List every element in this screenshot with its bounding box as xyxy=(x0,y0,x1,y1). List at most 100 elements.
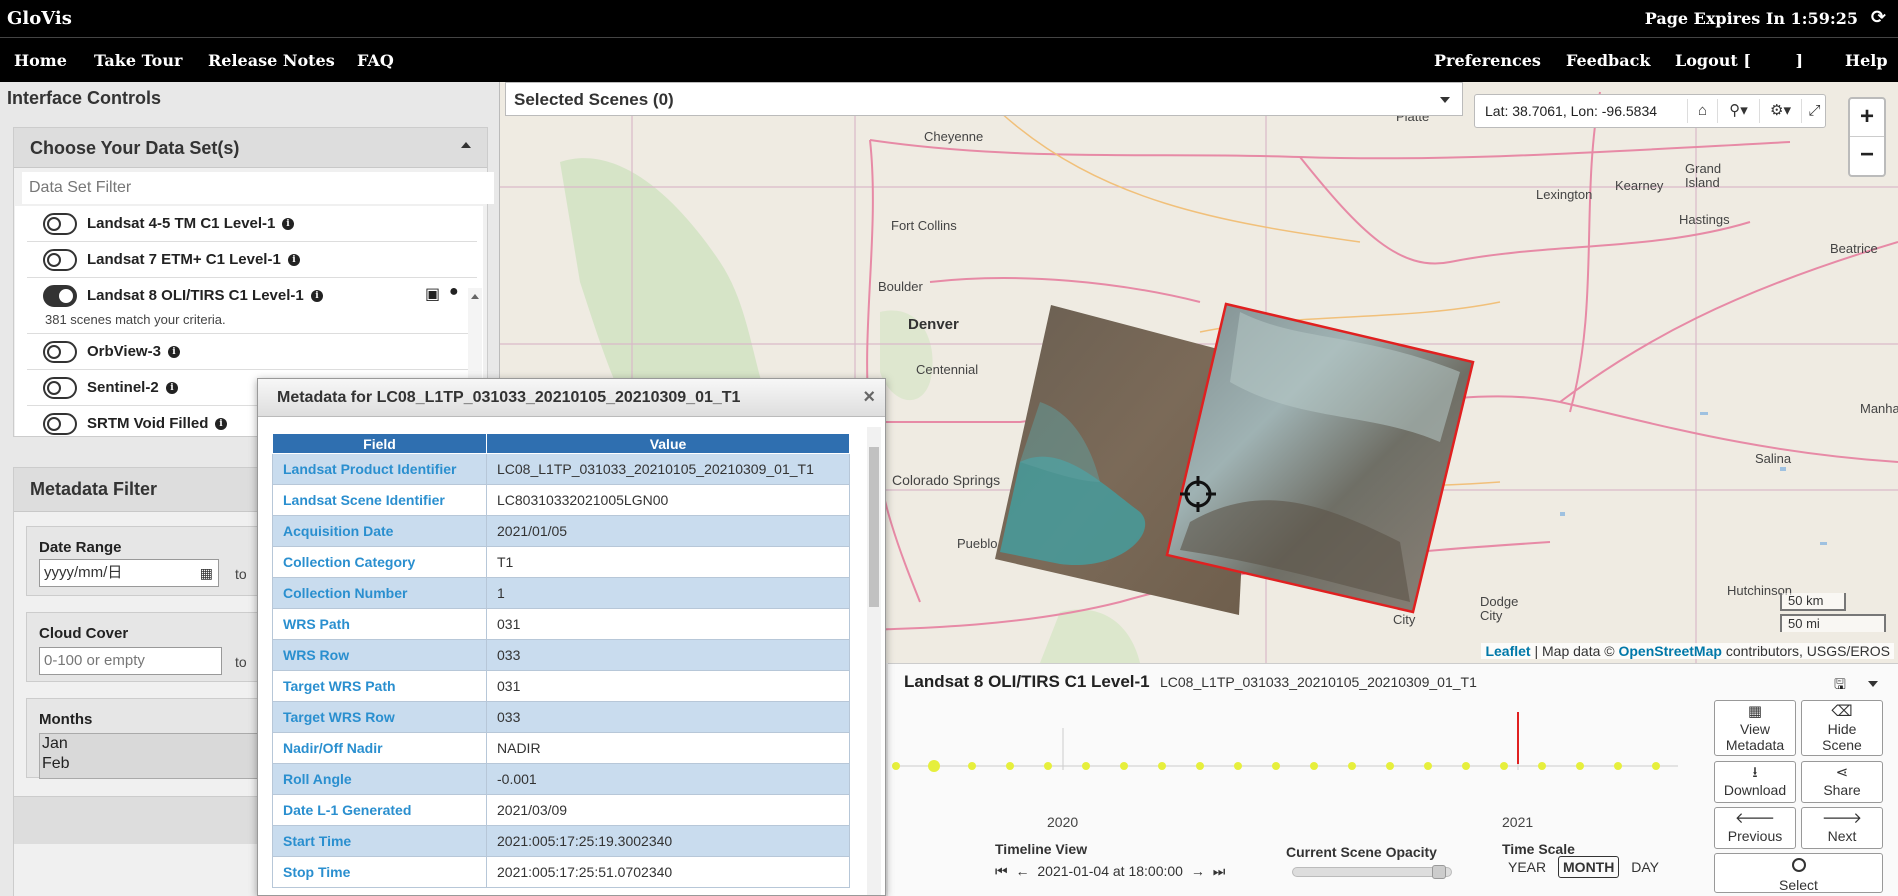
last-icon[interactable]: ⏭ xyxy=(1213,863,1226,879)
next-arrow-icon[interactable]: → xyxy=(1191,863,1205,879)
share-button[interactable]: ⋖ Share xyxy=(1801,761,1883,803)
table-icon: ▦ xyxy=(1747,703,1763,720)
nav-take-tour[interactable]: Take Tour xyxy=(94,51,182,70)
scene-dot[interactable] xyxy=(1272,762,1280,770)
globe-icon[interactable]: ● xyxy=(449,283,459,301)
view-metadata-button[interactable]: ▦ View Metadata xyxy=(1714,700,1796,756)
scene-dot[interactable] xyxy=(1424,762,1432,770)
scene-dot[interactable] xyxy=(1500,762,1508,770)
selected-scenes-dropdown[interactable]: Selected Scenes (0) xyxy=(505,82,1463,116)
value-cell: LC08_L1TP_031033_20210105_20210309_01_T1 xyxy=(486,453,850,485)
scene-dot[interactable] xyxy=(1462,762,1470,770)
dataset-toggle[interactable] xyxy=(43,213,77,235)
dataset-filter-input[interactable] xyxy=(22,172,494,204)
time-scale-day[interactable]: DAY xyxy=(1631,859,1659,875)
scene-dot[interactable] xyxy=(1614,762,1622,770)
value-cell: -0.001 xyxy=(486,763,850,795)
first-icon[interactable]: ⏮ xyxy=(995,863,1008,879)
scene-dot[interactable] xyxy=(1044,762,1052,770)
metadata-dialog-title: Metadata for LC08_L1TP_031033_20210105_2… xyxy=(277,389,741,406)
scrollbar-thumb[interactable] xyxy=(869,447,879,607)
nav-home[interactable]: Home xyxy=(14,51,67,70)
nav-faq[interactable]: FAQ xyxy=(357,51,394,70)
page-expires-timer: Page Expires In 1:59:25 xyxy=(1644,9,1858,28)
timeline-chart[interactable] xyxy=(888,710,1708,790)
time-scale-year[interactable]: YEAR xyxy=(1508,859,1546,875)
time-scale-month[interactable]: MONTH xyxy=(1558,856,1620,878)
osm-link[interactable]: OpenStreetMap xyxy=(1618,643,1721,659)
zoom-out-button[interactable]: − xyxy=(1850,137,1884,175)
date-start-input[interactable]: yyyy/mm/日 ▦ xyxy=(39,559,219,587)
chevron-down-icon[interactable] xyxy=(1868,681,1878,687)
dataset-toggle[interactable] xyxy=(43,249,77,271)
value-cell: T1 xyxy=(486,546,850,578)
dataset-toggle[interactable] xyxy=(43,377,77,399)
scene-dot[interactable] xyxy=(1120,762,1128,770)
scroll-up-icon[interactable] xyxy=(471,294,479,299)
info-icon[interactable]: i xyxy=(288,254,300,266)
table-row: Target WRS Path 031 xyxy=(272,670,850,702)
image-icon[interactable]: ▣ xyxy=(425,284,440,304)
close-icon[interactable]: × xyxy=(863,386,875,409)
dataset-toggle[interactable] xyxy=(43,341,77,363)
opacity-slider-handle[interactable] xyxy=(1432,865,1446,879)
scene-dot[interactable] xyxy=(1538,762,1546,770)
scene-dot[interactable] xyxy=(892,762,900,770)
app-logo[interactable]: GloVis xyxy=(7,8,72,29)
scene-dot[interactable] xyxy=(1386,762,1394,770)
scene-dot[interactable] xyxy=(968,762,976,770)
gear-icon[interactable]: ⚙▾ xyxy=(1759,99,1801,123)
scene-dot[interactable] xyxy=(1348,762,1356,770)
scene-dot[interactable] xyxy=(1196,762,1204,770)
nav-preferences[interactable]: Preferences xyxy=(1434,51,1541,70)
chevron-down-icon[interactable] xyxy=(1440,97,1450,103)
info-icon[interactable]: i xyxy=(168,346,180,358)
scene-dot[interactable] xyxy=(928,760,940,772)
next-button[interactable]: 🡒 Next xyxy=(1801,807,1883,849)
dataset-toggle[interactable] xyxy=(43,285,77,307)
dataset-item[interactable]: Landsat 8 OLI/TIRS C1 Level-1 i 381 scenes… xyxy=(27,278,477,334)
nav-feedback[interactable]: Feedback xyxy=(1566,51,1650,70)
scene-dot[interactable] xyxy=(1576,762,1584,770)
dataset-toggle[interactable] xyxy=(43,413,77,435)
dataset-item[interactable]: OrbView-3 i xyxy=(27,334,477,370)
scene-dot[interactable] xyxy=(1082,762,1090,770)
scene-dot[interactable] xyxy=(1158,762,1166,770)
metadata-scrollbar[interactable] xyxy=(867,427,881,895)
scene-dot[interactable] xyxy=(1234,762,1242,770)
info-icon[interactable]: i xyxy=(166,382,178,394)
dataset-item[interactable]: Landsat 4-5 TM C1 Level-1 i xyxy=(27,206,477,242)
scene-dot[interactable] xyxy=(1652,762,1660,770)
select-button[interactable]: Select xyxy=(1714,853,1883,893)
dataset-item[interactable]: Landsat 7 ETM+ C1 Level-1 i xyxy=(27,242,477,278)
main-nav: Home Take Tour Release Notes FAQ Prefere… xyxy=(0,38,1898,82)
home-icon[interactable]: ⌂ xyxy=(1687,99,1717,123)
fullscreen-icon[interactable]: ⤢ xyxy=(1801,99,1827,123)
previous-button[interactable]: 🡐 Previous xyxy=(1714,807,1796,849)
leaflet-link[interactable]: Leaflet xyxy=(1485,643,1530,659)
scene-dot[interactable] xyxy=(1006,762,1014,770)
scene-dot[interactable] xyxy=(1310,762,1318,770)
nav-help[interactable]: Help xyxy=(1845,51,1888,70)
dataset-chooser-header[interactable]: Choose Your Data Set(s) xyxy=(14,128,487,168)
opacity-slider[interactable] xyxy=(1292,865,1452,879)
nav-release-notes[interactable]: Release Notes xyxy=(208,51,335,70)
cloud-cover-min-input[interactable]: 0-100 or empty xyxy=(39,647,222,675)
info-icon[interactable]: i xyxy=(282,218,294,230)
timeline-dots[interactable] xyxy=(892,760,1660,772)
table-header-row: Field Value xyxy=(272,433,850,454)
prev-arrow-icon[interactable]: ← xyxy=(1016,863,1030,879)
collapse-icon[interactable] xyxy=(461,142,471,148)
save-icon[interactable]: 🖫 xyxy=(1834,674,1846,698)
nav-logout[interactable]: Logout [ ] xyxy=(1675,51,1803,70)
map-scale: 50 km 50 mi xyxy=(1780,593,1886,632)
hide-scene-button[interactable]: ⌫ Hide Scene xyxy=(1801,700,1883,756)
calendar-icon[interactable]: ▦ xyxy=(200,560,213,586)
info-icon[interactable]: i xyxy=(215,418,227,430)
download-button[interactable]: ⭳ Download xyxy=(1714,761,1796,803)
location-pin-icon[interactable]: ⚲▾ xyxy=(1717,99,1759,123)
zoom-in-button[interactable]: + xyxy=(1850,99,1884,137)
info-icon[interactable]: i xyxy=(311,290,323,302)
metadata-dialog-header[interactable]: Metadata for LC08_L1TP_031033_20210105_2… xyxy=(258,379,885,417)
refresh-icon[interactable]: ⟳ xyxy=(1871,7,1886,28)
